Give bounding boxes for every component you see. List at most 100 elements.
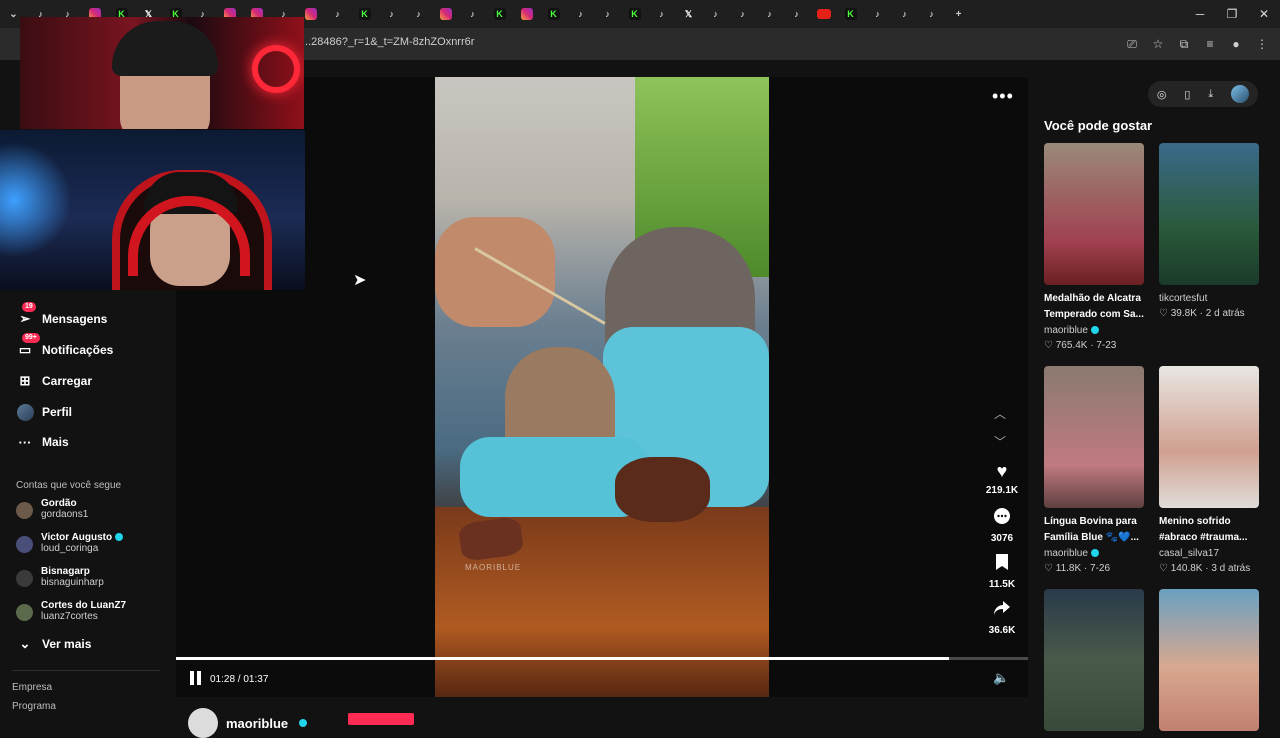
tiktok-tab-icon[interactable]: ♪ xyxy=(459,0,486,28)
sidebar-item-upload[interactable]: ⊞ Carregar xyxy=(16,370,92,392)
recommend-card[interactable] xyxy=(1159,589,1259,731)
kick-tab-icon[interactable]: K xyxy=(837,0,864,28)
close-window-button[interactable]: ✕ xyxy=(1248,0,1280,28)
heart-icon[interactable]: ♥ xyxy=(985,461,1019,481)
author-name[interactable]: maoriblue xyxy=(226,716,288,731)
following-section-title: Contas que você segue xyxy=(16,480,122,491)
following-account[interactable]: Victor Augusto loud_coringa xyxy=(16,532,124,554)
following-name: Victor Augusto xyxy=(41,532,113,543)
mobile-icon[interactable]: ▯ xyxy=(1184,88,1190,101)
sidebar-item-notifications[interactable]: ▭ 99+ Notificações xyxy=(16,333,113,361)
restore-button[interactable]: ❐ xyxy=(1216,0,1248,28)
tiktok-tab-icon[interactable]: ♪ xyxy=(783,0,810,28)
recommend-card-author: tikcortesfut xyxy=(1159,293,1208,304)
share-count: 36.6K xyxy=(988,625,1016,636)
footer-link-company[interactable]: Empresa xyxy=(12,682,52,693)
recommend-thumbnail[interactable] xyxy=(1159,143,1259,285)
follow-button[interactable] xyxy=(348,713,414,725)
more-options-button[interactable]: ••• xyxy=(992,86,1014,107)
recommend-card[interactable]: Menino sofrido #abraco #trauma... casal_… xyxy=(1159,366,1259,574)
account-avatar[interactable] xyxy=(1231,85,1250,103)
recommend-card-author: casal_silva17 xyxy=(1159,548,1220,559)
like-action[interactable]: ♥ 219.1K xyxy=(985,461,1019,496)
tiktok-tab-icon[interactable]: ♪ xyxy=(594,0,621,28)
previous-video-chevron-up-icon[interactable]: ︿ xyxy=(994,405,1006,422)
more-icon: ··· xyxy=(18,434,32,450)
recommend-card[interactable]: Língua Bovina para Família Blue 🐾💙... ma… xyxy=(1044,366,1144,574)
sidebar-item-label: Carregar xyxy=(42,374,93,388)
following-account[interactable]: Cortes do LuanZ7 luanz7cortes xyxy=(16,600,126,622)
kick-tab-icon[interactable]: K xyxy=(351,0,378,28)
next-video-chevron-down-icon[interactable]: ﹀ xyxy=(994,433,1006,450)
profile-avatar-icon xyxy=(16,403,34,421)
recommend-thumbnail[interactable] xyxy=(1159,589,1259,731)
profile-icon[interactable]: ● xyxy=(1226,34,1246,54)
sidebar-item-profile[interactable]: Perfil xyxy=(16,401,72,423)
tiktok-tab-icon[interactable]: ♪ xyxy=(891,0,918,28)
tiktok-tab-icon[interactable]: ♪ xyxy=(864,0,891,28)
recommend-card-title: Língua Bovina para Família Blue 🐾💙... xyxy=(1044,516,1139,543)
author-avatar[interactable] xyxy=(188,708,218,738)
recommend-card-title: Medalhão de Alcatra Temperado com Sa... xyxy=(1044,293,1144,320)
x-tab-icon[interactable]: 𝕏 xyxy=(675,0,702,28)
recommend-thumbnail[interactable] xyxy=(1159,366,1259,508)
video-progress-bar[interactable] xyxy=(176,657,1028,660)
menu-icon[interactable]: ⋮ xyxy=(1252,34,1272,54)
share-icon[interactable] xyxy=(985,599,1019,621)
see-more-button[interactable]: ⌄ Ver mais xyxy=(16,633,92,655)
comment-icon[interactable] xyxy=(985,507,1019,529)
sidebar-divider xyxy=(12,670,160,671)
cast-icon[interactable]: ⎚ xyxy=(1122,34,1142,54)
comment-count: 3076 xyxy=(990,533,1014,544)
tiktok-tab-icon[interactable]: ♪ xyxy=(324,0,351,28)
comment-action[interactable]: 3076 xyxy=(985,507,1019,544)
tiktok-tab-icon[interactable]: ♪ xyxy=(378,0,405,28)
playlist-icon[interactable]: ≡ xyxy=(1200,34,1220,54)
recommend-thumbnail[interactable] xyxy=(1044,366,1144,508)
tiktok-tab-icon[interactable]: ♪ xyxy=(918,0,945,28)
tiktok-tab-icon[interactable]: ♪ xyxy=(729,0,756,28)
video-frame[interactable]: MAORIBLUE xyxy=(435,77,769,697)
sidebar-item-label: Mensagens xyxy=(42,312,108,326)
kick-tab-icon[interactable]: K xyxy=(540,0,567,28)
recommend-card[interactable]: Medalhão de Alcatra Temperado com Sa... … xyxy=(1044,143,1144,351)
tiktok-tab-icon[interactable]: ♪ xyxy=(567,0,594,28)
url-text[interactable]: ...28486?_r=1&_t=ZM-8zhZOxnrr6r xyxy=(302,36,474,48)
following-handle: gordaons1 xyxy=(41,509,89,520)
instagram-tab-icon[interactable] xyxy=(513,0,540,28)
save-action[interactable]: 11.5K xyxy=(985,553,1019,590)
new-tab-button[interactable]: + xyxy=(945,0,972,28)
recommend-card-author: maoriblue xyxy=(1044,325,1088,336)
recommend-card[interactable]: tikcortesfut ♡ 39.8K · 2 d atrás xyxy=(1159,143,1259,319)
sidebar-item-messages[interactable]: ➢ 19 Mensagens xyxy=(16,302,108,330)
share-action[interactable]: 36.6K xyxy=(985,599,1019,636)
bookmark-star-icon[interactable]: ☆ xyxy=(1148,34,1168,54)
download-icon[interactable]: ⤓ xyxy=(1208,88,1213,101)
youtube-tab-icon[interactable] xyxy=(810,0,837,28)
author-row[interactable]: maoriblue xyxy=(188,708,308,738)
extensions-icon[interactable]: ⧉ xyxy=(1174,34,1194,54)
tiktok-tab-icon[interactable]: ♪ xyxy=(405,0,432,28)
video-time: 01:28 / 01:37 xyxy=(210,674,269,685)
tiktok-tab-icon[interactable]: ♪ xyxy=(648,0,675,28)
kick-tab-icon[interactable]: K xyxy=(621,0,648,28)
compass-icon[interactable]: ◎ xyxy=(1157,88,1167,101)
chevron-down-icon: ⌄ xyxy=(19,636,31,651)
instagram-tab-icon[interactable] xyxy=(432,0,459,28)
following-account[interactable]: Gordão gordaons1 xyxy=(16,498,88,520)
verified-icon xyxy=(1090,549,1099,558)
recommend-card[interactable] xyxy=(1044,589,1144,731)
recommend-thumbnail[interactable] xyxy=(1044,589,1144,731)
footer-link-program[interactable]: Programa xyxy=(12,701,56,712)
volume-icon[interactable]: 🔈 xyxy=(993,670,1009,686)
pause-button[interactable] xyxy=(190,671,204,687)
kick-tab-icon[interactable]: K xyxy=(486,0,513,28)
following-account[interactable]: Bisnagarp bisnaguinharp xyxy=(16,566,104,588)
minimize-button[interactable]: ─ xyxy=(1184,0,1216,28)
recommend-thumbnail[interactable] xyxy=(1044,143,1144,285)
recommend-card-title: Menino sofrido #abraco #trauma... xyxy=(1159,516,1248,543)
sidebar-item-more[interactable]: ··· Mais xyxy=(16,431,69,453)
tiktok-tab-icon[interactable]: ♪ xyxy=(756,0,783,28)
bookmark-icon[interactable] xyxy=(985,553,1019,575)
tiktok-tab-icon[interactable]: ♪ xyxy=(702,0,729,28)
